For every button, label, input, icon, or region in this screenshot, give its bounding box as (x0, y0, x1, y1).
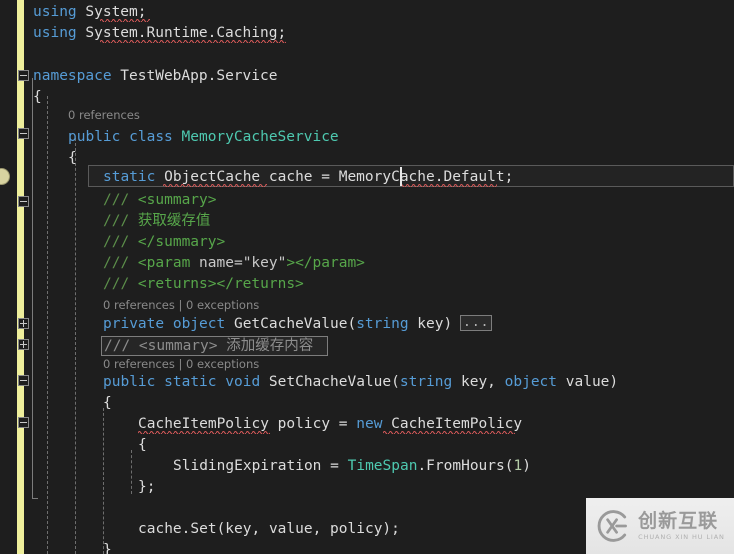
cx-logo-icon (597, 510, 628, 542)
watermark-title-en: CHUANG XIN HU LIAN (638, 532, 725, 541)
code-line-9[interactable]: /// <summary> (103, 190, 217, 211)
code-line-24[interactable]: } (103, 540, 112, 554)
code-line-21[interactable]: }; (138, 477, 155, 498)
watermark-logo: 创新互联 CHUANG XIN HU LIAN (586, 498, 734, 554)
code-line-6[interactable]: public class MemoryCacheService (68, 127, 339, 148)
collapsed-summary-region[interactable]: /// <summary> 添加缓存内容 (101, 336, 328, 356)
collapsed-body-ellipsis[interactable]: ... (460, 315, 493, 331)
collapsed-summary-prefix: /// (104, 338, 139, 354)
codelens-class[interactable]: 0 references (68, 107, 140, 124)
code-text-layer[interactable]: using System; using System.Runtime.Cachi… (0, 0, 734, 554)
code-line-10[interactable]: /// 获取缓存值 (103, 211, 210, 232)
error-squiggle-cacheitempolicy-2 (383, 430, 515, 434)
collapsed-summary-text: 添加缓存内容 (217, 338, 314, 354)
code-line-20[interactable]: SlidingExpiration = TimeSpan.FromHours(1… (173, 456, 531, 477)
code-line-13[interactable]: /// <returns></returns> (103, 274, 304, 295)
error-squiggle-memorycache (400, 183, 497, 187)
error-squiggle-objectcache (163, 183, 267, 187)
error-squiggle-using-system (100, 18, 150, 22)
code-line-5[interactable]: { (33, 87, 42, 108)
text-caret (400, 167, 402, 186)
code-editor-window[interactable]: using System; using System.Runtime.Cachi… (0, 0, 734, 554)
codelens-setchachevalue[interactable]: 0 references | 0 exceptions (103, 356, 259, 373)
code-line-12[interactable]: /// <param name="key"></param> (103, 253, 365, 274)
error-squiggle-cacheitempolicy-1 (138, 430, 270, 434)
code-line-16[interactable]: public static void SetChacheValue(string… (103, 372, 618, 393)
watermark-text: 创新互联 CHUANG XIN HU LIAN (638, 509, 725, 541)
code-line-11[interactable]: /// </summary> (103, 232, 225, 253)
code-line-4[interactable]: namespace TestWebApp.Service (33, 66, 277, 87)
watermark-title-cn: 创新互联 (638, 509, 719, 532)
code-line-17[interactable]: { (103, 393, 112, 414)
code-line-19[interactable]: { (138, 435, 147, 456)
code-line-14[interactable]: private object GetCacheValue(string key) (103, 314, 452, 335)
code-line-7[interactable]: { (68, 148, 77, 169)
code-line-23[interactable]: cache.Set(key, value, policy); (138, 519, 400, 540)
collapsed-summary-tag: <summary> (138, 338, 218, 354)
error-squiggle-using-caching (100, 39, 286, 43)
codelens-getcachevalue[interactable]: 0 references | 0 exceptions (103, 297, 259, 314)
